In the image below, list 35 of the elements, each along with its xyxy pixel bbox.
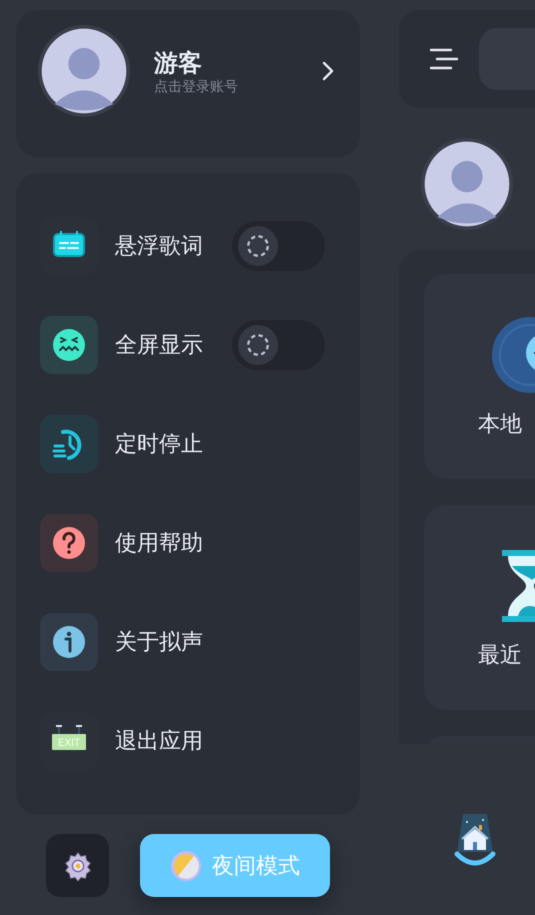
chevron-right-icon[interactable] — [322, 60, 334, 80]
menu-item[interactable]: 悬浮歌词 — [40, 217, 360, 275]
menu-item[interactable]: EXIT 退出应用 — [40, 712, 360, 770]
toggle-switch[interactable] — [232, 320, 325, 370]
dashed-circle-icon — [245, 233, 271, 259]
menu-item[interactable]: 关于拟声 — [40, 613, 360, 671]
card-label: 本地 — [478, 410, 522, 438]
menu-label: 退出应用 — [115, 728, 203, 756]
info-icon — [40, 613, 98, 671]
sun-moon-icon — [170, 850, 202, 882]
settings-button[interactable] — [46, 834, 109, 897]
login-hint: 点击登录账号 — [154, 78, 239, 96]
dashed-circle-icon — [245, 332, 271, 358]
face-icon — [40, 316, 98, 374]
timer-icon — [40, 415, 98, 473]
category-card[interactable]: 本地 — [424, 274, 535, 479]
menu-item[interactable]: 使用帮助 — [40, 514, 360, 572]
menu-item[interactable]: 全屏显示 — [40, 316, 360, 374]
menu-label: 使用帮助 — [115, 530, 203, 558]
toggle-switch[interactable] — [232, 221, 325, 271]
menu-icon[interactable] — [427, 47, 459, 71]
gear-icon — [62, 850, 92, 880]
avatar[interactable] — [38, 24, 130, 116]
menu-label: 关于拟声 — [115, 629, 203, 657]
home-icon[interactable] — [453, 814, 497, 868]
card-label: 最近 — [478, 642, 522, 670]
category-card[interactable]: 最近 — [424, 505, 535, 710]
menu-item[interactable]: 定时停止 — [40, 415, 360, 473]
profile-card[interactable]: 游客 点击登录账号 — [16, 10, 360, 157]
user-name: 游客 — [154, 48, 203, 78]
help-icon — [40, 514, 98, 572]
menu-label: 悬浮歌词 — [115, 233, 203, 261]
avatar[interactable] — [421, 138, 513, 230]
menu-label: 定时停止 — [115, 431, 203, 459]
menu-label: 全屏显示 — [115, 332, 203, 360]
